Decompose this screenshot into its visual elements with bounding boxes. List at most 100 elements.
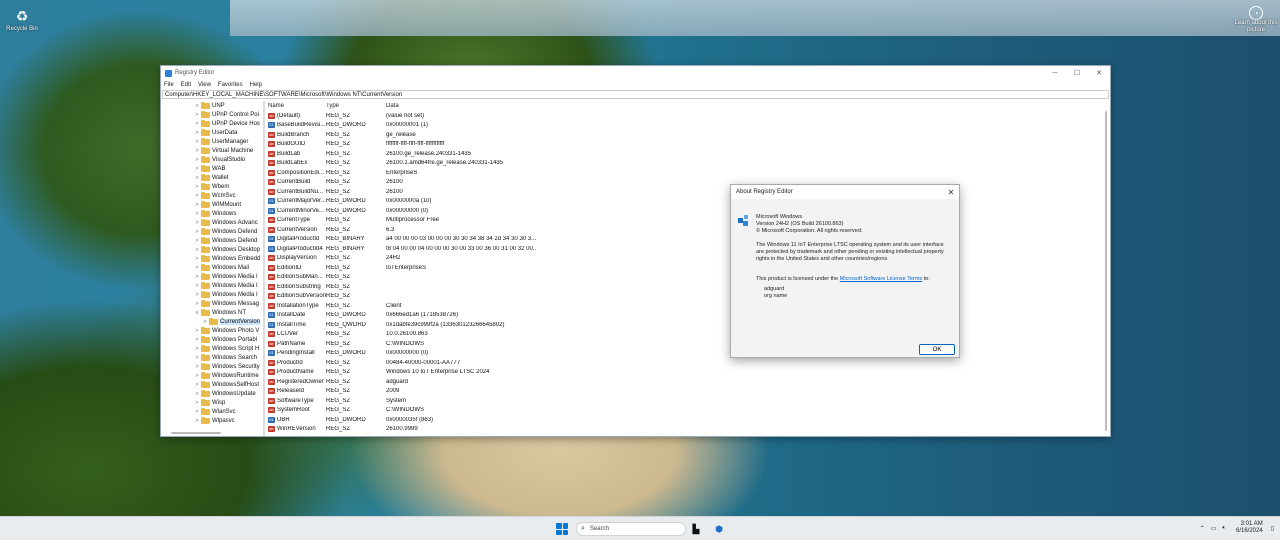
learn-about-picture-desktop-icon[interactable]: ◔ Learn about this picture [1234, 6, 1278, 34]
expand-chevron-icon[interactable]: > [193, 184, 201, 190]
tree-item[interactable]: > Wlpasvc [161, 416, 263, 425]
value-row[interactable]: ab BuildBranch REG_SZ ge_release [265, 130, 1110, 140]
tree-item[interactable]: > UserData [161, 128, 263, 137]
column-type[interactable]: Type [326, 103, 386, 109]
value-row[interactable]: ab ReleaseId REG_SZ 2009 [265, 387, 1110, 397]
maximize-button[interactable]: ☐ [1066, 66, 1088, 80]
value-row[interactable]: ab CompositionEdi... REG_SZ EnterpriseS [265, 168, 1110, 178]
expand-chevron-icon[interactable]: > [193, 283, 201, 289]
tree-item[interactable]: > Windows Script H [161, 344, 263, 353]
taskbar-search-box[interactable]: ⌕ Search [576, 522, 686, 536]
tree-item[interactable]: > Windows Embedd [161, 254, 263, 263]
tree-item[interactable]: > Windows Messag [161, 299, 263, 308]
expand-chevron-icon[interactable]: > [193, 400, 201, 406]
value-row[interactable]: ab EditionID REG_SZ IoTEnterpriseS [265, 263, 1110, 273]
value-row[interactable]: 01 BaseBuildRevisi... REG_DWORD 0x00000001 … [265, 121, 1110, 131]
value-row[interactable]: 01 CurrentMajorVer... REG_DWORD 0x0000000a … [265, 197, 1110, 207]
tree-item[interactable]: > Windows Desktop [161, 245, 263, 254]
value-row[interactable]: ab CurrentBuild REG_SZ 26100 [265, 178, 1110, 188]
expand-chevron-icon[interactable]: > [193, 364, 201, 370]
expand-chevron-icon[interactable]: > [193, 274, 201, 280]
tree-item[interactable]: > UPnP Control Poi [161, 110, 263, 119]
minimize-button[interactable]: ─ [1044, 66, 1066, 80]
expand-chevron-icon[interactable]: > [193, 139, 201, 145]
values-scrollbar[interactable] [1105, 111, 1107, 431]
tree-item[interactable]: > WAB [161, 164, 263, 173]
tree-item[interactable]: > WindowsUpdate [161, 389, 263, 398]
tree-item[interactable]: > Windows [161, 209, 263, 218]
tree-item[interactable]: > WcmSvc [161, 191, 263, 200]
expand-chevron-icon[interactable]: > [193, 256, 201, 262]
recycle-bin-desktop-icon[interactable]: ♻ Recycle Bin [0, 6, 44, 33]
value-row[interactable]: ab ProductId REG_SZ 00484-40000-00001-AA777 [265, 358, 1110, 368]
expand-chevron-icon[interactable]: > [193, 337, 201, 343]
tree-item[interactable]: > Windows Photo V [161, 326, 263, 335]
about-close-button[interactable]: ✕ [943, 188, 959, 197]
value-row[interactable]: ab BuildLabEx REG_SZ 26100.1.amd64fre.ge_re… [265, 159, 1110, 169]
value-row[interactable]: ab BuildLab REG_SZ 26100.ge_release.240331-… [265, 149, 1110, 159]
tree-item[interactable]: > VisualStudio [161, 155, 263, 164]
expand-chevron-icon[interactable]: > [193, 130, 201, 136]
value-row[interactable]: ab CurrentBuildNu... REG_SZ 26100 [265, 187, 1110, 197]
value-row[interactable]: ab SoftwareType REG_SZ System [265, 396, 1110, 406]
tree-item[interactable]: > WIMMount [161, 200, 263, 209]
close-button[interactable]: ✕ [1088, 66, 1110, 80]
value-row[interactable]: 01 UBR REG_DWORD 0x0000035f (863) [265, 415, 1110, 425]
network-icon[interactable]: ▭ [1211, 525, 1217, 532]
value-row[interactable]: ab RegisteredOwner REG_SZ adguard [265, 377, 1110, 387]
tree-item[interactable]: > Wallet [161, 173, 263, 182]
ok-button[interactable]: OK [919, 344, 955, 355]
expand-chevron-icon[interactable]: > [193, 238, 201, 244]
expand-chevron-icon[interactable]: > [201, 319, 209, 325]
registry-editor-taskbar-icon[interactable]: ⬢ [713, 523, 725, 535]
tree-item[interactable]: > CurrentVersion [161, 317, 263, 326]
value-row[interactable]: ab EditionSubstring REG_SZ [265, 282, 1110, 292]
value-row[interactable]: ab CurrentType REG_SZ Multiprocessor Free [265, 216, 1110, 226]
expand-chevron-icon[interactable]: > [193, 112, 201, 118]
tree-item[interactable]: > WlanSvc [161, 407, 263, 416]
expand-chevron-icon[interactable]: > [193, 355, 201, 361]
tree-horizontal-scrollbar[interactable] [171, 432, 221, 434]
expand-chevron-icon[interactable]: > [193, 391, 201, 397]
key-tree[interactable]: > UNP > UPnP Control Poi > UPnP Device Hos > Us… [161, 101, 265, 436]
tree-item[interactable]: v Windows NT [161, 308, 263, 317]
value-row[interactable]: 01 InstallTime REG_QWORD 0x1dabfe39c999f2a … [265, 320, 1110, 330]
tree-item[interactable]: > Windows Defend [161, 227, 263, 236]
expand-chevron-icon[interactable]: > [193, 409, 201, 415]
value-row[interactable]: ab BuildGUID REG_SZ ffffffff-ffff-ffff-ffff… [265, 140, 1110, 150]
expand-chevron-icon[interactable]: > [193, 265, 201, 271]
expand-chevron-icon[interactable]: > [193, 373, 201, 379]
expand-chevron-icon[interactable]: > [193, 292, 201, 298]
value-row[interactable]: ab DisplayVersion REG_SZ 24H2 [265, 254, 1110, 264]
value-row[interactable]: 01 InstallDate REG_DWORD 0x666ed1a6 (171853… [265, 311, 1110, 321]
expand-chevron-icon[interactable]: > [193, 220, 201, 226]
value-row[interactable]: ab CurrentVersion REG_SZ 6.3 [265, 225, 1110, 235]
tree-item[interactable]: > Windows Defend [161, 236, 263, 245]
value-row[interactable]: ab EditionSubVersion REG_SZ [265, 292, 1110, 302]
menu-file[interactable]: File [164, 82, 174, 88]
expand-chevron-icon[interactable]: > [193, 175, 201, 181]
expand-chevron-icon[interactable]: > [193, 418, 201, 424]
tree-item[interactable]: > UNP [161, 101, 263, 110]
value-row[interactable]: ab WinREVersion REG_SZ 26100.9999 [265, 425, 1110, 435]
value-row[interactable]: ab EditionSubMan... REG_SZ [265, 273, 1110, 283]
expand-chevron-icon[interactable]: v [193, 310, 201, 316]
menu-favorites[interactable]: Favorites [218, 82, 243, 88]
volume-icon[interactable]: 🔈︎ [1222, 525, 1226, 532]
clock[interactable]: 3:01 AM 6/16/2024 [1236, 521, 1263, 535]
menu-edit[interactable]: Edit [181, 82, 191, 88]
license-terms-link[interactable]: Microsoft Software License Terms [840, 276, 922, 282]
expand-chevron-icon[interactable]: > [193, 148, 201, 154]
menu-help[interactable]: Help [250, 82, 262, 88]
value-row[interactable]: ab LCUVer REG_SZ 10.0.26100.863 [265, 330, 1110, 340]
expand-chevron-icon[interactable]: > [193, 157, 201, 163]
tree-item[interactable]: > Windows Portabl [161, 335, 263, 344]
expand-chevron-icon[interactable]: > [193, 202, 201, 208]
expand-chevron-icon[interactable]: > [193, 247, 201, 253]
tree-item[interactable]: > Windows Media I [161, 290, 263, 299]
menu-view[interactable]: View [198, 82, 211, 88]
expand-chevron-icon[interactable]: > [193, 301, 201, 307]
expand-chevron-icon[interactable]: > [193, 103, 201, 109]
tree-item[interactable]: > Windows Media I [161, 281, 263, 290]
value-row[interactable]: 01 DigitalProductId REG_BINARY a4 00 00 00 … [265, 235, 1110, 245]
